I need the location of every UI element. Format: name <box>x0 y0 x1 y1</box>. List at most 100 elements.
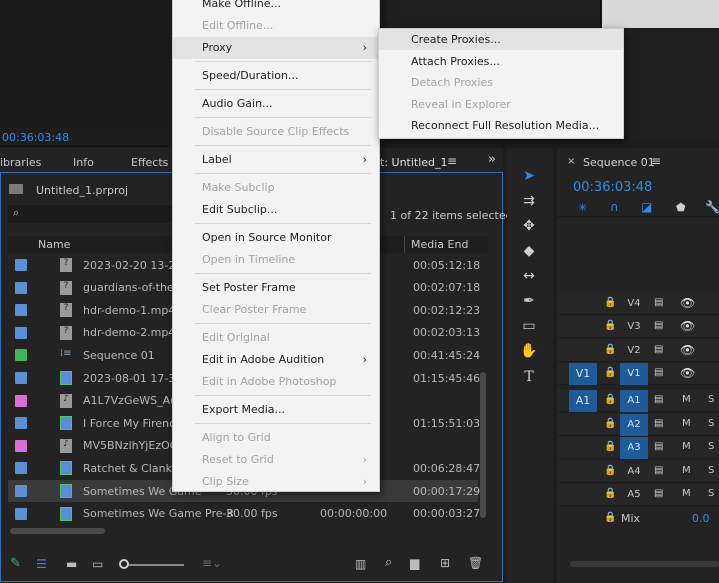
hand-tool-icon[interactable]: ✋ <box>518 340 540 362</box>
automate-to-sequence-icon[interactable]: ▥ <box>355 557 366 571</box>
solo-button[interactable]: S <box>708 488 714 499</box>
trash-icon[interactable]: 🗑 <box>468 556 483 570</box>
timeline-scrollbar[interactable] <box>570 561 719 567</box>
table-row[interactable]: Sometimes We Game Pre-R 00:00:03:27 30.00 … <box>8 503 480 525</box>
new-bin-icon[interactable]: ▆ <box>410 556 419 570</box>
mute-button[interactable]: M <box>682 465 691 476</box>
vertical-scrollbar[interactable] <box>480 372 486 518</box>
eye-icon[interactable]: 👁 <box>680 296 695 310</box>
lock-icon[interactable]: 🔒 <box>604 320 616 331</box>
track-target-a3[interactable]: A3 <box>620 437 648 459</box>
ripple-edit-tool-icon[interactable]: ✥ <box>518 215 540 237</box>
lock-icon[interactable]: 🔒 <box>604 297 616 308</box>
mute-button[interactable]: M <box>682 394 691 405</box>
track-target-a4[interactable]: A4 <box>620 461 648 483</box>
label-color-swatch[interactable] <box>15 417 27 430</box>
tab-libraries[interactable]: ibraries <box>0 156 41 169</box>
snap-icon[interactable]: ✳ <box>578 201 587 214</box>
search-field[interactable] <box>8 205 173 223</box>
sequence-tab-label[interactable]: Sequence 01 <box>583 156 655 169</box>
label-color-swatch[interactable] <box>15 259 27 271</box>
horizontal-scrollbar[interactable] <box>10 528 105 534</box>
zoom-slider[interactable] <box>122 564 184 566</box>
track-target-v2[interactable]: V2 <box>620 340 648 362</box>
tab-project[interactable]: t: Untitled_1 <box>380 156 448 169</box>
freeform-view-icon[interactable]: ▭ <box>92 557 103 571</box>
lock-icon[interactable]: 🔒 <box>604 394 616 405</box>
track-v2[interactable]: 🔒 V2 ▤ 👁 <box>558 339 719 362</box>
label-color-swatch[interactable] <box>15 485 27 497</box>
mute-button[interactable]: M <box>682 488 691 499</box>
track-v4[interactable]: 🔒 V4 ▤ 👁 <box>558 293 719 315</box>
track-target-v3[interactable]: V3 <box>620 316 648 338</box>
track-target-a2[interactable]: A2 <box>620 413 648 436</box>
label-color-swatch[interactable] <box>15 326 27 339</box>
solo-button[interactable]: S <box>708 394 714 405</box>
menu-item-speed-duration[interactable]: Speed/Duration... <box>173 65 379 87</box>
sort-icon[interactable]: ≡⌄ <box>202 556 222 570</box>
pen-tool-icon[interactable]: ✒ <box>518 290 540 312</box>
sequence-tab-menu-icon[interactable]: ≡ <box>651 154 661 168</box>
track-a4[interactable]: 🔒 A4 ▤ M S <box>558 460 719 483</box>
label-color-swatch[interactable] <box>15 439 27 452</box>
solo-button[interactable]: S <box>708 441 714 452</box>
sync-lock-icon[interactable]: ▤ <box>654 488 663 499</box>
timeline-timecode[interactable]: 00:36:03:48 <box>573 180 652 195</box>
solo-button[interactable]: S <box>708 418 714 429</box>
track-v3[interactable]: 🔒 V3 ▤ 👁 <box>558 316 719 339</box>
label-color-swatch[interactable] <box>15 507 27 520</box>
linked-selection-icon[interactable]: ◪ <box>641 200 652 214</box>
source-patch-v1[interactable]: V1 <box>569 363 597 385</box>
pencil-icon[interactable]: ✎ <box>10 556 21 571</box>
label-color-swatch[interactable] <box>15 304 27 317</box>
menu-item-export-media[interactable]: Export Media... <box>173 399 379 421</box>
lock-icon[interactable]: 🔒 <box>604 418 616 429</box>
source-patch-a1[interactable]: A1 <box>569 390 597 412</box>
wrench-icon[interactable]: 🔧 <box>705 200 719 214</box>
sync-lock-icon[interactable]: ▤ <box>654 344 663 355</box>
track-target-v1[interactable]: V1 <box>620 362 648 385</box>
zoom-slider-handle[interactable] <box>119 559 129 569</box>
sync-lock-icon[interactable]: ▤ <box>654 418 663 429</box>
track-select-tool-icon[interactable]: ⇉ <box>518 190 540 212</box>
menu-item-audio-gain[interactable]: Audio Gain... <box>173 93 379 115</box>
sync-lock-icon[interactable]: ▤ <box>654 394 663 405</box>
lock-icon[interactable]: 🔒 <box>604 488 616 499</box>
tab-effects[interactable]: Effects <box>131 156 168 169</box>
menu-item-label[interactable]: Label › <box>173 149 379 171</box>
solo-button[interactable]: S <box>708 465 714 476</box>
track-target-a5[interactable]: A5 <box>620 484 648 506</box>
eye-icon[interactable]: 👁 <box>680 343 695 357</box>
tab-info[interactable]: Info <box>73 156 94 169</box>
sync-lock-icon[interactable]: ▤ <box>654 441 663 452</box>
new-item-icon[interactable]: ⊞ <box>440 556 450 570</box>
marker-icon[interactable]: ⬟ <box>676 201 686 214</box>
track-a2[interactable]: 🔒 A2 ▤ M S <box>558 413 719 436</box>
icon-view-icon[interactable]: ▬ <box>66 557 77 571</box>
selection-tool-icon[interactable]: ➤ <box>518 165 540 187</box>
lock-icon[interactable]: 🔒 <box>604 344 616 355</box>
list-view-icon[interactable]: ☰ <box>36 557 47 571</box>
source-monitor-timecode[interactable]: 00:36:03:48 <box>2 131 69 144</box>
mute-button[interactable]: M <box>682 418 691 429</box>
track-target-v4[interactable]: V4 <box>620 293 648 315</box>
label-color-swatch[interactable] <box>15 281 27 294</box>
eye-icon[interactable]: 👁 <box>680 319 695 333</box>
label-color-swatch[interactable] <box>15 394 27 407</box>
label-color-swatch[interactable] <box>15 462 27 475</box>
lock-icon[interactable]: 🔒 <box>604 367 616 378</box>
close-sequence-icon[interactable]: × <box>567 156 575 167</box>
menu-item-set-poster-frame[interactable]: Set Poster Frame <box>173 277 379 299</box>
rectangle-tool-icon[interactable]: ▭ <box>518 315 540 337</box>
submenu-item-reconnect-full-resolution-media[interactable]: Reconnect Full Resolution Media... <box>379 115 623 136</box>
submenu-item-create-proxies[interactable]: Create Proxies... <box>379 29 623 50</box>
label-color-swatch[interactable] <box>15 372 27 384</box>
tab-project-menu-icon[interactable]: ≡ <box>447 154 457 168</box>
track-a3[interactable]: 🔒 A3 ▤ M S <box>558 437 719 459</box>
sync-lock-icon[interactable]: ▤ <box>654 320 663 331</box>
menu-item-make-offline[interactable]: Make Offline... <box>173 0 379 15</box>
sync-lock-icon[interactable]: ▤ <box>654 367 663 378</box>
mix-value[interactable]: 0.0 <box>692 512 710 525</box>
eye-icon[interactable]: 👁 <box>680 366 695 380</box>
submenu-item-attach-proxies[interactable]: Attach Proxies... <box>379 51 623 72</box>
